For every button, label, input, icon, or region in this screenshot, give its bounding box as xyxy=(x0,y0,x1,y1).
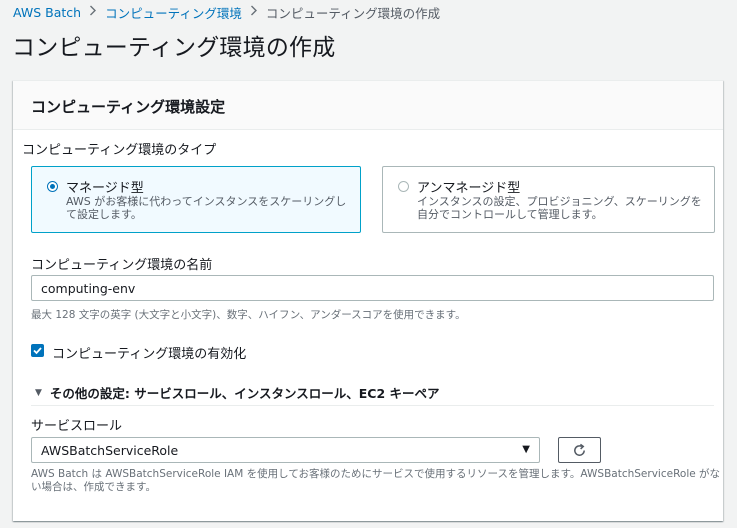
service-role-hint: AWS Batch は AWSBatchServiceRole IAM を使用し… xyxy=(31,468,721,493)
chevron-right-icon xyxy=(250,5,258,19)
caret-down-icon: ▼ xyxy=(35,387,42,398)
refresh-icon xyxy=(574,443,585,456)
env-name-hint: 最大 128 文字の英字 (大文字と小文字)、数字、ハイフン、アンダースコアを使… xyxy=(31,309,466,321)
service-role-value: AWSBatchServiceRole xyxy=(41,443,179,458)
breadcrumb-current: コンピューティング環境の作成 xyxy=(265,5,441,21)
managed-radio[interactable] xyxy=(47,181,58,192)
additional-settings-label: その他の設定: サービスロール、インスタンスロール、EC2 キーペア xyxy=(49,386,440,401)
env-name-label: コンピューティング環境の名前 xyxy=(31,258,213,273)
service-role-label: サービスロール xyxy=(31,419,123,434)
additional-settings-expander[interactable]: ▼ その他の設定: サービスロール、インスタンスロール、EC2 キーペア xyxy=(35,383,440,402)
panel-title: コンピューティング環境設定 xyxy=(31,98,226,116)
managed-title: マネージド型 xyxy=(66,181,144,196)
env-type-unmanaged-tile[interactable]: アンマネージド型 インスタンスの設定、プロビジョニング、スケーリングを自分でコン… xyxy=(382,166,715,233)
caret-down-icon: ▼ xyxy=(522,444,530,455)
breadcrumb: AWS Batch コンピューティング環境 コンピューティング環境の作成 xyxy=(13,3,440,21)
enable-env-checkbox[interactable] xyxy=(31,344,44,357)
managed-description: AWS がお客様に代わってインスタンスをスケーリングして設定します。 xyxy=(66,195,347,221)
page-title: コンピューティング環境の作成 xyxy=(12,35,336,61)
unmanaged-radio[interactable] xyxy=(398,181,409,192)
env-name-input[interactable] xyxy=(31,275,714,301)
env-type-managed-tile[interactable]: マネージド型 AWS がお客様に代わってインスタンスをスケーリングして設定します… xyxy=(31,166,361,233)
divider xyxy=(31,405,714,406)
service-role-select[interactable]: AWSBatchServiceRole ▼ xyxy=(31,437,540,463)
unmanaged-description: インスタンスの設定、プロビジョニング、スケーリングを自分でコントロールして管理し… xyxy=(417,195,702,221)
panel-header: コンピューティング環境設定 xyxy=(13,81,723,130)
refresh-button[interactable] xyxy=(558,437,601,463)
env-type-label: コンピューティング環境のタイプ xyxy=(22,143,217,158)
breadcrumb-compute-environments[interactable]: コンピューティング環境 xyxy=(105,3,242,22)
chevron-right-icon xyxy=(89,5,97,19)
breadcrumb-aws-batch[interactable]: AWS Batch xyxy=(13,5,81,20)
compute-env-settings-panel: コンピューティング環境設定 コンピューティング環境のタイプ マネージド型 AWS… xyxy=(13,80,723,521)
unmanaged-title: アンマネージド型 xyxy=(417,181,521,196)
enable-env-label: コンピューティング環境の有効化 xyxy=(52,347,247,362)
